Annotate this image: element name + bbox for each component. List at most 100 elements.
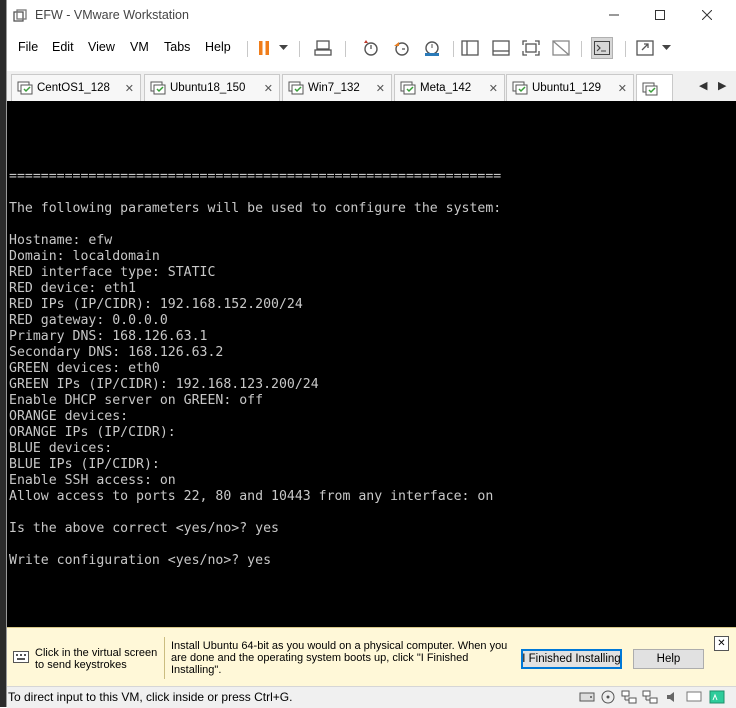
hard-disk-icon[interactable] (579, 690, 595, 704)
maximize-button[interactable] (637, 0, 683, 30)
snapshot-manager-button[interactable] (421, 37, 443, 59)
tab-ubuntu18-150[interactable]: Ubuntu18_150 ✕ (144, 74, 280, 101)
full-screen-button[interactable] (520, 37, 542, 59)
tab-close-icon[interactable]: ✕ (376, 82, 385, 95)
console-line: Allow access to ports 22, 80 and 10443 f… (9, 489, 494, 504)
console-line: ========================================… (9, 169, 502, 184)
help-button[interactable]: Help (633, 649, 704, 669)
toolbar-separator (247, 41, 248, 57)
network-adapter-2-icon[interactable] (642, 690, 658, 704)
send-ctrl-alt-del-button[interactable] (312, 37, 334, 59)
console-line: RED gateway: 0.0.0.0 (9, 313, 168, 328)
tab-label: CentOS1_128 (37, 82, 110, 94)
toolbar-separator (453, 41, 454, 57)
tab-meta-142[interactable]: Meta_142 ✕ (394, 74, 505, 101)
revert-snapshot-icon (394, 42, 409, 56)
cd-dvd-icon[interactable] (600, 690, 616, 704)
close-button[interactable] (684, 0, 730, 30)
tab-label: Win7_132 (308, 82, 360, 94)
menu-tabs[interactable]: Tabs (164, 40, 190, 54)
vm-console-screen[interactable]: ========================================… (7, 101, 736, 627)
chevron-down-icon (661, 45, 671, 50)
keyboard-icon (13, 651, 29, 663)
chevron-down-icon (278, 45, 288, 50)
menu-edit[interactable]: Edit (52, 40, 74, 54)
show-thumbnail-bar-button[interactable] (490, 37, 512, 59)
thumbnail-bar-icon (492, 40, 510, 56)
tab-close-icon[interactable]: ✕ (618, 82, 627, 95)
speaker-icon[interactable] (665, 690, 681, 704)
minimize-button[interactable] (591, 0, 637, 30)
tab-scroll-left-icon[interactable]: ◀ (699, 79, 707, 92)
vm-tab-icon (150, 81, 166, 95)
console-line: Is the above correct <yes/no>? yes (9, 521, 279, 536)
console-line: Primary DNS: 168.126.63.1 (9, 329, 208, 344)
console-line: Hostname: efw (9, 233, 113, 248)
window-title: EFW - VMware Workstation (35, 8, 189, 22)
tab-close-icon[interactable]: ✕ (125, 82, 134, 95)
console-line: Domain: localdomain (9, 249, 160, 264)
toolbar-separator (299, 41, 300, 57)
tab-win7-132[interactable]: Win7_132 ✕ (282, 74, 392, 101)
status-bar: To direct input to this VM, click inside… (7, 686, 736, 708)
snapshot-clock-icon (364, 40, 378, 56)
tab-centos1-128[interactable]: CentOS1_128 ✕ (11, 74, 141, 101)
tab-label: Meta_142 (420, 82, 472, 94)
console-view-icon (594, 41, 610, 55)
tab-close-icon[interactable]: ✕ (264, 82, 273, 95)
menu-view[interactable]: View (88, 40, 115, 54)
show-library-button[interactable] (459, 37, 481, 59)
console-line: RED interface type: STATIC (9, 265, 216, 280)
vmware-window: EFW - VMware Workstation File Edit View … (6, 0, 736, 708)
display-icon[interactable] (686, 690, 702, 704)
console-line: BLUE devices: (9, 441, 113, 456)
revert-snapshot-button[interactable] (391, 37, 413, 59)
menu-vm[interactable]: VM (130, 40, 149, 54)
snapshot-manager-icon (425, 41, 439, 56)
console-line: ORANGE IPs (IP/CIDR): (9, 425, 176, 440)
status-text: To direct input to this VM, click inside… (8, 690, 293, 704)
vm-tab-icon (17, 81, 33, 95)
power-dropdown-button[interactable] (275, 37, 291, 59)
vm-tab-bar: CentOS1_128 ✕ Ubuntu18_150 ✕ Win7_132 ✕ … (7, 71, 736, 102)
unity-button[interactable] (550, 37, 572, 59)
console-line: RED device: eth1 (9, 281, 137, 296)
console-line: Enable DHCP server on GREEN: off (9, 393, 264, 408)
install-hint-bar: Click in the virtual screen to send keys… (7, 627, 736, 687)
pause-button[interactable] (253, 37, 275, 59)
menu-help[interactable]: Help (205, 40, 231, 54)
i-finished-installing-button[interactable]: I Finished Installing (521, 649, 622, 669)
click-to-send-keys-text: Click in the virtual screen to send keys… (35, 647, 158, 671)
console-line: Enable SSH access: on (9, 473, 176, 488)
network-adapter-icon[interactable] (621, 690, 637, 704)
tab-efw-active[interactable] (636, 74, 673, 102)
vm-tab-icon (288, 81, 304, 95)
console-line: Write configuration <yes/no>? yes (9, 553, 272, 568)
console-view-button[interactable] (591, 37, 613, 59)
stretch-guest-button[interactable] (634, 37, 656, 59)
minimize-icon (609, 14, 619, 16)
unity-icon (552, 40, 570, 56)
console-line: The following parameters will be used to… (9, 201, 502, 216)
stretch-dropdown-button[interactable] (658, 37, 674, 59)
tab-label: Ubuntu18_150 (170, 82, 246, 94)
stretch-icon (636, 40, 654, 56)
send-keys-icon (314, 40, 332, 56)
close-icon[interactable]: ✕ (714, 636, 729, 651)
snapshot-button[interactable] (360, 37, 382, 59)
install-message: Install Ubuntu 64-bit as you would on a … (171, 640, 508, 676)
tab-ubuntu1-129[interactable]: Ubuntu1_129 ✕ (506, 74, 634, 101)
tab-label: Ubuntu1_129 (532, 82, 602, 94)
menu-file[interactable]: File (18, 40, 38, 54)
tab-scroll-right-icon[interactable]: ▶ (718, 79, 726, 92)
toolbar-separator (345, 41, 346, 57)
title-bar: EFW - VMware Workstation (7, 0, 736, 32)
message-log-icon[interactable] (709, 690, 725, 704)
menu-toolbar: File Edit View VM Tabs Help (7, 33, 736, 63)
tab-close-icon[interactable]: ✕ (489, 82, 498, 95)
vm-tab-icon (642, 82, 658, 95)
